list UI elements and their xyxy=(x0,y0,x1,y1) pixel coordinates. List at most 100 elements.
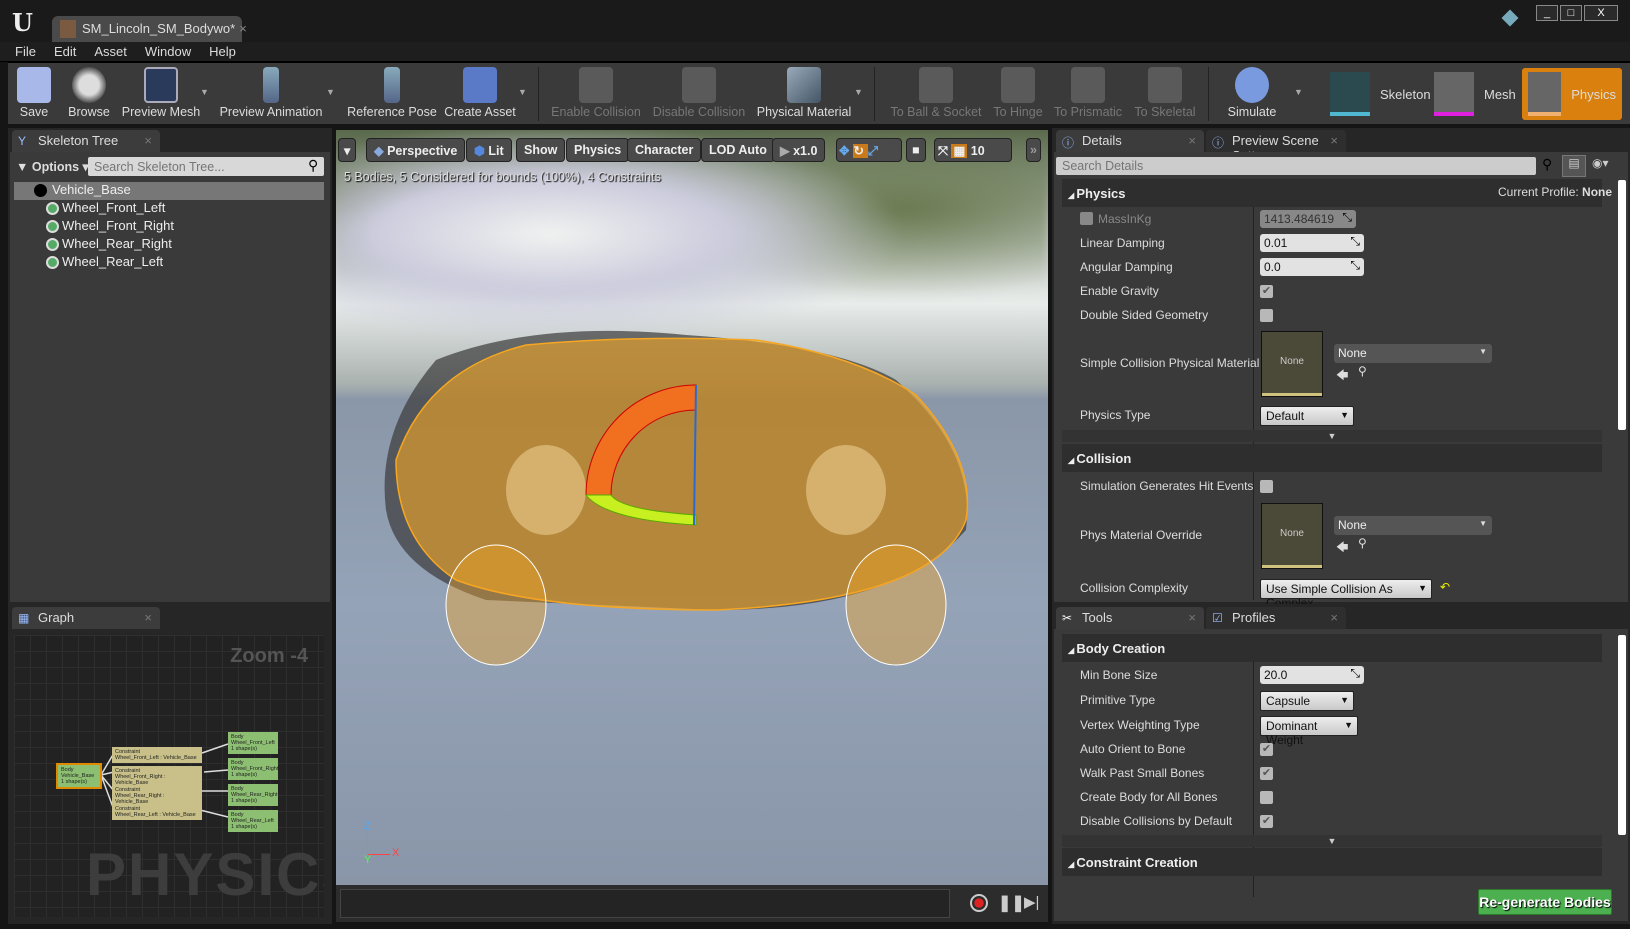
physics-button[interactable]: Physics xyxy=(566,138,630,162)
bone-wheel-front-left[interactable]: Wheel_Front_Left xyxy=(14,200,324,218)
transform-tools[interactable]: ✥↻⤢ xyxy=(836,138,902,162)
disable-collision-button[interactable]: Disable Collision xyxy=(652,63,746,125)
property-matrix-button[interactable]: ▤ xyxy=(1562,155,1586,177)
step-forward-button[interactable]: ▶| xyxy=(1024,893,1039,911)
to-prismatic-button[interactable]: To Prismatic xyxy=(1052,63,1124,125)
simple-mat-thumbnail[interactable]: None xyxy=(1262,332,1322,396)
viewport[interactable]: ▾ ◆ Perspective ⬢ Lit Show Physics Chara… xyxy=(336,130,1048,922)
menu-asset[interactable]: Asset xyxy=(85,42,136,61)
close-tab-icon[interactable]: × xyxy=(1330,133,1338,148)
browse-asset-icon[interactable]: ⚲ xyxy=(1358,536,1367,550)
options-button[interactable]: ▼ Options ▾ xyxy=(16,159,89,174)
tab-tools[interactable]: ✂ Tools × xyxy=(1056,607,1204,629)
grid-snap-icon[interactable]: ▦ xyxy=(951,144,968,158)
rotate-icon[interactable]: ↻ xyxy=(853,144,868,158)
physical-material-dropdown[interactable]: ▼ xyxy=(854,87,863,97)
enable-collision-button[interactable]: Enable Collision xyxy=(550,63,642,125)
tools-scrollbar[interactable] xyxy=(1618,635,1626,835)
graph-node-body[interactable]: Body Wheel_Front_Left 1 shape(s) xyxy=(228,732,278,754)
mode-mesh[interactable]: Mesh xyxy=(1428,68,1522,120)
use-selected-arrow-icon[interactable]: 🡄 xyxy=(1336,538,1348,559)
section-constraint-creation[interactable]: Constraint Creation xyxy=(1062,848,1602,876)
mode-skeleton[interactable]: Skeleton xyxy=(1324,68,1437,120)
perspective-button[interactable]: ◆ Perspective xyxy=(366,138,466,162)
browse-asset-icon[interactable]: ⚲ xyxy=(1358,364,1367,378)
linear-damping-field[interactable]: 0.01 xyxy=(1260,234,1364,252)
graph-node-constraint[interactable]: Constraint Wheel_Rear_Left : Vehicle_Base xyxy=(112,804,202,820)
expand-toolbar-button[interactable]: » xyxy=(1026,138,1041,162)
graph-node-body[interactable]: Body Wheel_Rear_Left 1 shape(s) xyxy=(228,810,278,832)
hit-events-checkbox[interactable] xyxy=(1260,480,1273,493)
tab-profiles[interactable]: ☑ Profiles × xyxy=(1206,607,1346,629)
min-bone-field[interactable]: 20.0 xyxy=(1260,666,1364,684)
skeleton-tree-search-input[interactable] xyxy=(88,157,324,176)
scale-icon[interactable]: ⤢ xyxy=(868,144,882,158)
disable-collisions-checkbox[interactable]: ✔ xyxy=(1260,815,1273,828)
auto-orient-checkbox[interactable]: ✔ xyxy=(1260,743,1273,756)
local-world-button[interactable]: ■ xyxy=(906,138,926,162)
use-selected-arrow-icon[interactable]: 🡄 xyxy=(1336,366,1348,387)
pause-button[interactable]: ❚❚ xyxy=(998,893,1025,913)
angular-damping-field[interactable]: 0.0 xyxy=(1260,258,1364,276)
lod-button[interactable]: LOD Auto xyxy=(701,138,775,162)
to-hinge-button[interactable]: To Hinge xyxy=(992,63,1044,125)
physical-material-button[interactable]: Physical Material xyxy=(756,63,852,125)
tab-details[interactable]: ⓘ Details × xyxy=(1056,130,1204,152)
override-combo[interactable]: None xyxy=(1334,516,1492,535)
section-body-creation[interactable]: Body Creation xyxy=(1062,634,1602,662)
preview-animation-button[interactable]: Preview Animation xyxy=(216,63,326,125)
double-sided-checkbox[interactable] xyxy=(1260,309,1273,322)
create-asset-button[interactable]: Create Asset xyxy=(442,63,518,125)
simulate-dropdown[interactable]: ▼ xyxy=(1294,87,1303,97)
to-skeletal-button[interactable]: To Skeletal xyxy=(1132,63,1198,125)
close-tab-icon[interactable]: × xyxy=(1188,133,1196,148)
preview-mesh-dropdown[interactable]: ▼ xyxy=(200,87,209,97)
translate-icon[interactable]: ✥ xyxy=(839,144,853,158)
primitive-type-combo[interactable]: Capsule xyxy=(1260,691,1354,711)
physics-type-combo[interactable]: Default xyxy=(1260,406,1354,426)
simulate-button[interactable]: Simulate xyxy=(1224,63,1280,125)
regenerate-bodies-button[interactable]: Re-generate Bodies xyxy=(1478,889,1612,915)
preview-mesh-button[interactable]: Preview Mesh xyxy=(120,63,202,125)
menu-window[interactable]: Window xyxy=(136,42,200,61)
menu-help[interactable]: Help xyxy=(200,42,245,61)
collision-complexity-combo[interactable]: Use Simple Collision As Complex xyxy=(1260,579,1432,610)
close-button[interactable]: X xyxy=(1584,5,1618,21)
advanced-expander[interactable]: ▼ xyxy=(1062,835,1602,847)
graph-node-body[interactable]: Body Wheel_Front_Right 1 shape(s) xyxy=(228,758,278,780)
preview-animation-dropdown[interactable]: ▼ xyxy=(326,87,335,97)
close-tab-icon[interactable]: × xyxy=(239,21,247,36)
close-tab-icon[interactable]: × xyxy=(1188,610,1196,625)
menu-file[interactable]: File xyxy=(6,42,45,61)
graph-node-body[interactable]: Body Vehicle_Base 1 shape(s) xyxy=(56,763,102,789)
character-button[interactable]: Character xyxy=(627,138,702,162)
tab-skeleton-tree[interactable]: Y Skeleton Tree × xyxy=(12,130,160,152)
all-bones-checkbox[interactable] xyxy=(1260,791,1273,804)
reset-to-default-icon[interactable]: ↶ xyxy=(1440,580,1450,594)
tab-preview-scene-settings[interactable]: ⓘPreview Scene Sett× xyxy=(1206,130,1346,163)
create-asset-dropdown[interactable]: ▼ xyxy=(518,87,527,97)
view-options-eye-icon[interactable]: ◉▾ xyxy=(1592,156,1609,170)
bone-wheel-rear-left[interactable]: Wheel_Rear_Left xyxy=(14,254,324,272)
lit-button[interactable]: ⬢ Lit xyxy=(466,138,512,162)
save-button[interactable]: Save xyxy=(14,63,54,125)
to-ball-socket-button[interactable]: To Ball & Socket xyxy=(890,63,982,125)
override-thumbnail[interactable]: None xyxy=(1262,504,1322,568)
document-tab[interactable]: SM_Lincoln_SM_Bodywo* × xyxy=(52,16,247,42)
show-button[interactable]: Show xyxy=(516,138,566,162)
details-search-input[interactable] xyxy=(1056,157,1536,175)
mass-override-checkbox[interactable] xyxy=(1080,212,1093,225)
physics-graph[interactable]: Zoom -4 PHYSICS BodyVehicle_Base1 shape(… xyxy=(14,635,324,917)
maximize-button[interactable]: □ xyxy=(1560,5,1582,21)
section-collision[interactable]: Collision xyxy=(1062,444,1602,472)
playback-speed-button[interactable]: ▶ x1.0 xyxy=(772,138,826,162)
bone-wheel-rear-right[interactable]: Wheel_Rear_Right xyxy=(14,236,324,254)
close-tab-icon[interactable]: × xyxy=(1330,610,1338,625)
gravity-checkbox[interactable]: ✔ xyxy=(1260,285,1273,298)
tab-graph[interactable]: ▦ Graph × xyxy=(12,607,160,629)
close-tab-icon[interactable]: × xyxy=(144,610,152,625)
simple-mat-combo[interactable]: None xyxy=(1334,344,1492,363)
advanced-expander[interactable]: ▼ xyxy=(1062,430,1602,442)
bone-vehicle-base[interactable]: Vehicle_Base xyxy=(14,182,324,200)
record-button[interactable] xyxy=(970,894,988,912)
